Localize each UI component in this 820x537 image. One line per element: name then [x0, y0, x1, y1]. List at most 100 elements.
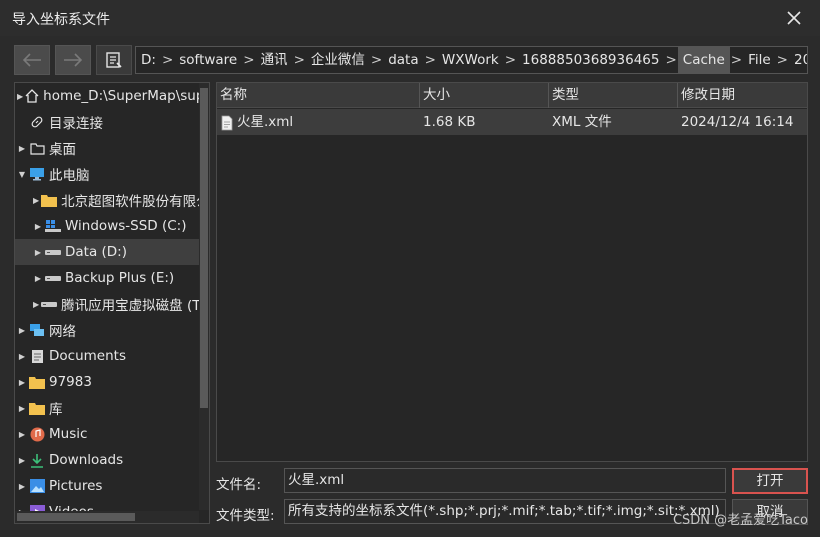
- tree-item-label: 库: [49, 402, 63, 418]
- expand-arrow-icon[interactable]: ▶: [17, 482, 27, 491]
- file-size: 1.68 KB: [423, 114, 476, 130]
- file-name: 火星.xml: [237, 114, 294, 130]
- breadcrumb-item[interactable]: File: [743, 47, 776, 73]
- title-bar: 导入坐标系文件: [0, 0, 820, 36]
- tree-item-network[interactable]: ▶ 网络: [15, 317, 199, 343]
- close-icon: [787, 11, 801, 25]
- tree-item-label: 网络: [49, 324, 76, 340]
- column-header-type[interactable]: 类型: [549, 83, 678, 108]
- breadcrumb-item[interactable]: 通讯: [256, 47, 293, 73]
- expand-arrow-icon[interactable]: ▶: [17, 144, 27, 153]
- expand-arrow-icon[interactable]: ▶: [33, 196, 39, 205]
- expand-arrow-icon[interactable]: ▶: [17, 378, 27, 387]
- breadcrumb-item-current[interactable]: Cache: [677, 47, 730, 73]
- tree-item-company-folder[interactable]: ▶ 北京超图软件股份有限公: [15, 187, 199, 213]
- tree-item-drive-t[interactable]: ▶ 腾讯应用宝虚拟磁盘 (T:: [15, 291, 199, 317]
- tree-item-label: 97983: [49, 374, 92, 390]
- open-button[interactable]: 打开: [732, 468, 808, 494]
- breadcrumb-item[interactable]: WXWork: [437, 47, 504, 73]
- tree-item-label: 此电脑: [49, 168, 90, 184]
- tree-item-this-pc[interactable]: ▼ 此电脑: [15, 161, 199, 187]
- tree-item-label: Backup Plus (E:): [65, 270, 175, 286]
- download-icon: [29, 452, 45, 468]
- tree-vertical-scrollbar[interactable]: [199, 83, 209, 510]
- tree-item-desktop[interactable]: ▶ 桌面: [15, 135, 199, 161]
- tree-item-label: Data (D:): [65, 244, 128, 260]
- tree-item-drive-c[interactable]: ▶ Windows-SSD (C:): [15, 213, 199, 239]
- chevron-right-icon: >: [370, 52, 383, 68]
- tree-item-label: 桌面: [49, 142, 76, 158]
- tree-item-drive-e[interactable]: ▶ Backup Plus (E:): [15, 265, 199, 291]
- tree-item-label: Music: [49, 426, 88, 442]
- arrow-right-icon: [64, 53, 83, 67]
- tree-item-label: 目录连接: [49, 116, 103, 132]
- filename-input[interactable]: 火星.xml: [284, 468, 726, 493]
- tree-item-label: 腾讯应用宝虚拟磁盘 (T:: [61, 298, 199, 314]
- breadcrumb[interactable]: D: > software > 通讯 > 企业微信 > data > WXWork > 16…: [135, 46, 808, 74]
- expand-arrow-icon[interactable]: ▶: [33, 300, 39, 309]
- chevron-right-icon: >: [243, 52, 255, 68]
- tree-item-drive-d[interactable]: ▶ Data (D:): [15, 239, 199, 265]
- file-list[interactable]: 名称 大小 类型 修改日期 火星.xml 1.68 KB XML 文件 2024…: [216, 82, 808, 462]
- expand-arrow-icon[interactable]: ▶: [17, 430, 27, 439]
- collapse-arrow-icon[interactable]: ▼: [17, 170, 27, 179]
- tree-item-directory-link[interactable]: 目录连接: [15, 109, 199, 135]
- navigation-tree[interactable]: ▶ home_D:\SuperMap\sup 目录连接 ▶ 桌面 ▼ 此电脑 ▶…: [14, 82, 210, 524]
- chevron-right-icon: >: [776, 52, 788, 68]
- filetype-label: 文件类型:: [216, 508, 275, 524]
- music-icon: [29, 426, 45, 442]
- column-header-modified[interactable]: 修改日期: [678, 83, 807, 108]
- drive-icon: [41, 296, 58, 312]
- scroll-thumb[interactable]: [200, 88, 208, 408]
- home-icon: [25, 88, 39, 104]
- expand-arrow-icon[interactable]: ▶: [17, 404, 27, 413]
- expand-arrow-icon[interactable]: ▶: [33, 248, 43, 257]
- recent-list-icon: [106, 52, 122, 68]
- xml-file-icon: [221, 114, 233, 131]
- drive-icon: [45, 244, 61, 260]
- file-row[interactable]: 火星.xml 1.68 KB XML 文件 2024/12/4 16:14: [217, 109, 807, 135]
- windows-drive-icon: [45, 218, 61, 234]
- expand-arrow-icon[interactable]: ▶: [33, 222, 43, 231]
- scroll-thumb[interactable]: [17, 513, 135, 521]
- chevron-right-icon: >: [665, 52, 677, 68]
- folder-icon: [29, 400, 45, 416]
- recent-locations-button[interactable]: [96, 45, 132, 75]
- column-header-name[interactable]: 名称: [217, 83, 420, 108]
- tree-horizontal-scrollbar[interactable]: [15, 511, 199, 523]
- window-title: 导入坐标系文件: [12, 12, 110, 28]
- folder-icon: [29, 374, 45, 390]
- breadcrumb-item[interactable]: 2024-10: [789, 47, 807, 73]
- tree-item-library[interactable]: ▶ 库: [15, 395, 199, 421]
- expand-arrow-icon[interactable]: ▶: [17, 456, 27, 465]
- tree-item-label: Pictures: [49, 478, 103, 494]
- breadcrumb-item[interactable]: 1688850368936465: [517, 47, 664, 73]
- chevron-right-icon: >: [161, 52, 174, 68]
- link-icon: [29, 114, 45, 130]
- chevron-right-icon: >: [293, 52, 305, 68]
- tree-item-label: 北京超图软件股份有限公: [61, 194, 199, 210]
- tree-item-pictures[interactable]: ▶ Pictures: [15, 473, 199, 499]
- filetype-select[interactable]: 所有支持的坐标系文件(*.shp;*.prj;*.mif;*.tab;*.tif…: [284, 499, 726, 524]
- breadcrumb-item[interactable]: software: [174, 47, 242, 73]
- tree-item-music[interactable]: ▶ Music: [15, 421, 199, 447]
- tree-item-downloads[interactable]: ▶ Downloads: [15, 447, 199, 473]
- forward-button[interactable]: [55, 45, 91, 75]
- tree-item-documents[interactable]: ▶ Documents: [15, 343, 199, 369]
- chevron-right-icon: >: [730, 52, 743, 68]
- expand-arrow-icon[interactable]: ▶: [17, 92, 23, 101]
- tree-item-label: Downloads: [49, 452, 124, 468]
- close-button[interactable]: [782, 6, 806, 30]
- computer-icon: [29, 166, 45, 182]
- expand-arrow-icon[interactable]: ▶: [33, 274, 43, 283]
- tree-item-97983[interactable]: ▶ 97983: [15, 369, 199, 395]
- expand-arrow-icon[interactable]: ▶: [17, 352, 27, 361]
- back-button[interactable]: [14, 45, 50, 75]
- breadcrumb-item[interactable]: data: [383, 47, 423, 73]
- column-header-size[interactable]: 大小: [420, 83, 549, 108]
- tree-item-home[interactable]: ▶ home_D:\SuperMap\sup: [15, 83, 199, 109]
- file-type: XML 文件: [552, 114, 612, 130]
- breadcrumb-item[interactable]: D:: [136, 47, 161, 73]
- expand-arrow-icon[interactable]: ▶: [17, 326, 27, 335]
- breadcrumb-item[interactable]: 企业微信: [306, 47, 370, 73]
